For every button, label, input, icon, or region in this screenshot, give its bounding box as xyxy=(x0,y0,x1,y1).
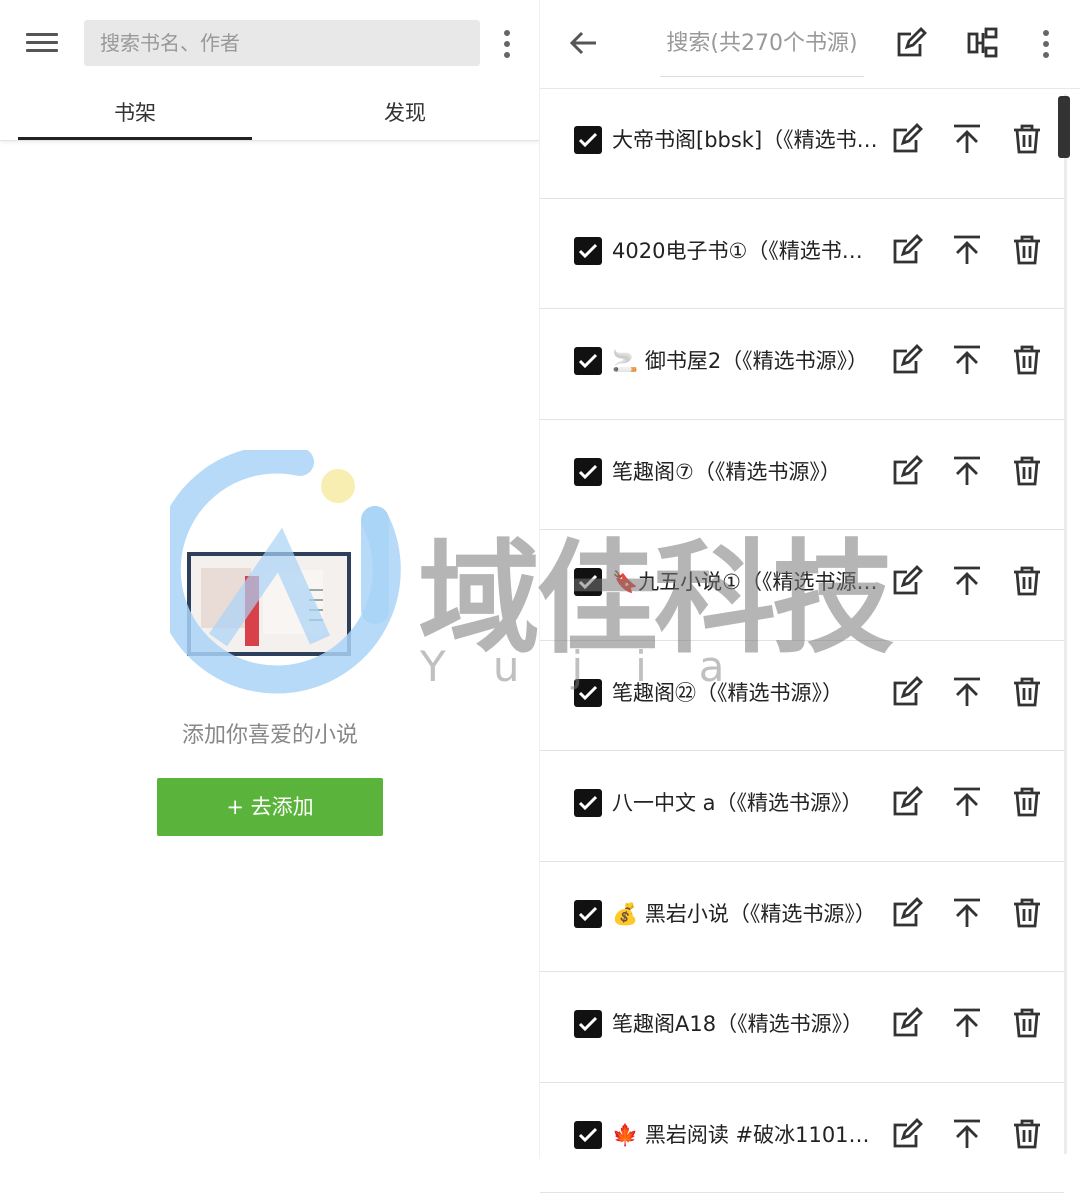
delete-icon[interactable] xyxy=(1010,896,1044,930)
move-to-top-icon[interactable] xyxy=(950,343,984,377)
source-checkbox[interactable] xyxy=(574,126,602,154)
source-checkbox[interactable] xyxy=(574,679,602,707)
source-name: 🍁 黑岩阅读 #破冰1101（《精选书源》） xyxy=(612,1117,878,1153)
scrollbar-thumb[interactable] xyxy=(1058,96,1070,158)
source-row[interactable]: 💰 黑岩小说（《精选书源》） xyxy=(540,862,1064,973)
move-to-top-icon[interactable] xyxy=(950,454,984,488)
bookshelf-tabs: 书架 发现 xyxy=(0,88,540,141)
edit-icon[interactable] xyxy=(890,454,924,488)
source-row[interactable]: 笔趣阁⑦（《精选书源》） xyxy=(540,420,1064,531)
delete-icon[interactable] xyxy=(1010,1006,1044,1040)
move-to-top-icon[interactable] xyxy=(950,675,984,709)
source-name: 笔趣阁㉒（《精选书源》） xyxy=(612,675,878,711)
empty-message: 添加你喜爱的小说 xyxy=(0,717,540,749)
source-row[interactable]: 🔖九五小说①（《精选书源》） xyxy=(540,530,1064,641)
edit-icon[interactable] xyxy=(890,896,924,930)
delete-icon[interactable] xyxy=(1010,122,1044,156)
source-name: 大帝书阁[bbsk]（《精选书源》） xyxy=(612,122,878,158)
source-checkbox[interactable] xyxy=(574,347,602,375)
edit-icon[interactable] xyxy=(890,1117,924,1151)
source-search-input[interactable]: 搜索(共270个书源) xyxy=(660,22,864,77)
source-name: 笔趣阁⑦（《精选书源》） xyxy=(612,454,878,490)
delete-icon[interactable] xyxy=(1010,343,1044,377)
move-to-top-icon[interactable] xyxy=(950,1006,984,1040)
group-icon[interactable] xyxy=(966,26,1000,60)
more-options-icon[interactable] xyxy=(501,30,513,62)
source-checkbox[interactable] xyxy=(574,237,602,265)
move-to-top-icon[interactable] xyxy=(950,785,984,819)
book-search-input[interactable]: 搜索书名、作者 xyxy=(84,20,480,66)
source-row[interactable]: 🍁 黑岩阅读 #破冰1101（《精选书源》） xyxy=(540,1083,1064,1193)
back-arrow-icon[interactable] xyxy=(566,26,600,60)
source-checkbox[interactable] xyxy=(574,568,602,596)
delete-icon[interactable] xyxy=(1010,233,1044,267)
source-row[interactable]: 笔趣阁A18（《精选书源》） xyxy=(540,972,1064,1083)
source-row[interactable]: 4020电子书①（《精选书源》） xyxy=(540,199,1064,310)
move-to-top-icon[interactable] xyxy=(950,1117,984,1151)
add-book-button[interactable]: + 去添加 xyxy=(157,778,383,836)
source-name: 🚬 御书屋2（《精选书源》） xyxy=(612,343,878,379)
source-checkbox[interactable] xyxy=(574,458,602,486)
move-to-top-icon[interactable] xyxy=(950,233,984,267)
delete-icon[interactable] xyxy=(1010,785,1044,819)
source-list: 大帝书阁[bbsk]（《精选书源》） 4020电子书①（《精选书源》） 🚬 御书… xyxy=(540,88,1064,1193)
source-name: 八一中文 a（《精选书源》） xyxy=(612,785,878,821)
move-to-top-icon[interactable] xyxy=(950,122,984,156)
empty-bookshelf-illustration xyxy=(185,550,353,660)
delete-icon[interactable] xyxy=(1010,675,1044,709)
bookshelf-panel: 搜索书名、作者 书架 发现 添加你喜爱的小说 + 去添加 xyxy=(0,0,540,1159)
edit-icon[interactable] xyxy=(890,785,924,819)
batch-edit-icon[interactable] xyxy=(894,26,928,60)
tab-bookshelf[interactable]: 书架 xyxy=(18,88,252,138)
source-name: 💰 黑岩小说（《精选书源》） xyxy=(612,896,878,932)
source-checkbox[interactable] xyxy=(574,1010,602,1038)
delete-icon[interactable] xyxy=(1010,564,1044,598)
more-options-icon[interactable] xyxy=(1040,30,1052,62)
source-checkbox[interactable] xyxy=(574,900,602,928)
edit-icon[interactable] xyxy=(890,343,924,377)
source-row[interactable]: 🚬 御书屋2（《精选书源》） xyxy=(540,309,1064,420)
tab-discover[interactable]: 发现 xyxy=(288,88,522,138)
source-name: 🔖九五小说①（《精选书源》） xyxy=(612,564,878,600)
edit-icon[interactable] xyxy=(890,233,924,267)
source-name: 笔趣阁A18（《精选书源》） xyxy=(612,1006,878,1042)
source-name: 4020电子书①（《精选书源》） xyxy=(612,233,878,269)
move-to-top-icon[interactable] xyxy=(950,564,984,598)
edit-icon[interactable] xyxy=(890,564,924,598)
source-row[interactable]: 笔趣阁㉒（《精选书源》） xyxy=(540,641,1064,752)
source-row[interactable]: 大帝书阁[bbsk]（《精选书源》） xyxy=(540,88,1064,199)
source-toolbar: 搜索(共270个书源) xyxy=(540,0,1080,89)
edit-icon[interactable] xyxy=(890,122,924,156)
move-to-top-icon[interactable] xyxy=(950,896,984,930)
source-checkbox[interactable] xyxy=(574,1121,602,1149)
delete-icon[interactable] xyxy=(1010,1117,1044,1151)
delete-icon[interactable] xyxy=(1010,454,1044,488)
bookshelf-toolbar: 搜索书名、作者 xyxy=(0,0,540,88)
book-source-panel: 搜索(共270个书源) 大帝书阁[bbsk]（《精选书源》） 4020电子书①（… xyxy=(540,0,1080,1159)
source-checkbox[interactable] xyxy=(574,789,602,817)
source-row[interactable]: 八一中文 a（《精选书源》） xyxy=(540,751,1064,862)
edit-icon[interactable] xyxy=(890,1006,924,1040)
scrollbar-track xyxy=(1064,94,1067,1154)
edit-icon[interactable] xyxy=(890,675,924,709)
menu-icon[interactable] xyxy=(22,28,62,60)
